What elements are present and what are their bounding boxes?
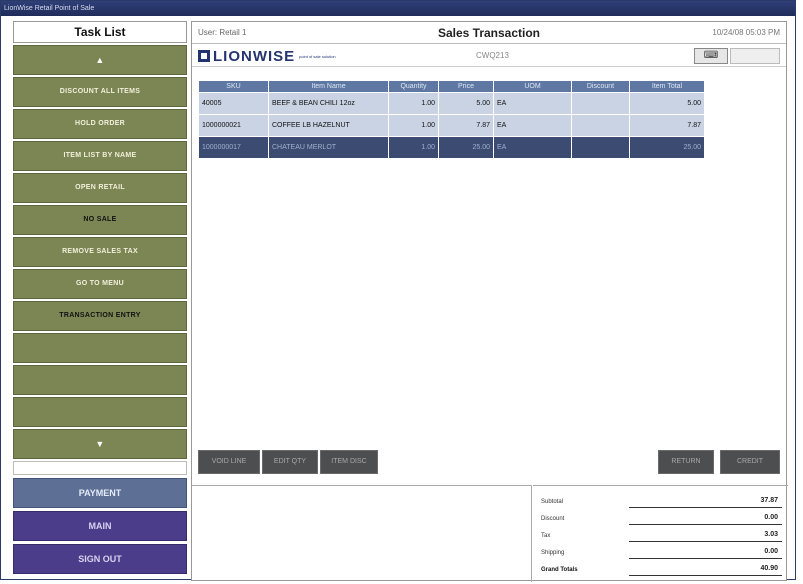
lionwise-logo: LIONWISE point of sale solution (198, 47, 336, 65)
column-header-quantity: Quantity (388, 80, 439, 93)
go-to-menu-button[interactable]: GO TO MENU (13, 269, 187, 299)
total-underline (629, 575, 782, 576)
transaction-header: User: Retail 1 Sales Transaction 10/24/0… (192, 22, 786, 44)
transaction-entry-button[interactable]: TRANSACTION ENTRY (13, 301, 187, 331)
void-line-button[interactable]: VOID LINE (198, 450, 260, 474)
table-row-selected[interactable]: 1000000017 CHATEAU MERLOT 1.00 25.00 EA … (198, 136, 705, 159)
brand-bar: LIONWISE point of sale solution CWQ213 ⌨ (192, 45, 786, 67)
payment-button[interactable]: PAYMENT (13, 478, 187, 508)
window-titlebar: LionWise Retail Point of Sale (1, 1, 795, 16)
discount-all-items-button[interactable]: DISCOUNT ALL ITEMS (13, 77, 187, 107)
app-window: LionWise Retail Point of Sale Task List … (0, 0, 796, 582)
empty-task-slot[interactable] (13, 365, 187, 395)
cell-quantity: 1.00 (388, 136, 439, 159)
discount-label: Discount (541, 516, 565, 522)
grand-total-label: Grand Totals (541, 567, 578, 573)
total-underline (629, 507, 782, 508)
column-header-sku: SKU (198, 80, 269, 93)
column-header-item-total: Item Total (629, 80, 705, 93)
transaction-notes-area (192, 485, 532, 582)
column-header-item-name: Item Name (268, 80, 389, 93)
empty-task-slot[interactable] (13, 397, 187, 427)
cell-item-total: 5.00 (629, 92, 705, 115)
tax-value: 3.03 (764, 531, 778, 538)
tax-label: Tax (541, 533, 551, 539)
cell-price: 25.00 (438, 136, 494, 159)
credit-button[interactable]: CREDIT (720, 450, 780, 474)
logo-mark-icon (198, 50, 210, 62)
empty-task-slot[interactable] (13, 333, 187, 363)
cell-uom: EA (493, 136, 572, 159)
discount-value: 0.00 (764, 514, 778, 521)
subtotal-row: Subtotal 37.87 (539, 494, 782, 511)
cell-quantity: 1.00 (388, 114, 439, 137)
subtotal-label: Subtotal (541, 499, 564, 505)
cell-uom: EA (493, 114, 572, 137)
cell-discount (571, 114, 630, 137)
cell-sku: 1000000021 (198, 114, 269, 137)
column-header-uom: UOM (493, 80, 572, 93)
hold-order-button[interactable]: HOLD ORDER (13, 109, 187, 139)
task-list-header: Task List (13, 21, 187, 43)
table-row[interactable]: 1000000021 COFFEE LB HAZELNUT 1.00 7.87 … (198, 114, 705, 137)
cell-discount (571, 136, 630, 159)
grand-total-value: 40.90 (760, 565, 778, 572)
remove-sales-tax-button[interactable]: REMOVE SALES TAX (13, 237, 187, 267)
shipping-label: Shipping (541, 550, 565, 556)
table-row[interactable]: 40005 BEEF & BEAN CHILI 12oz 1.00 5.00 E… (198, 92, 705, 115)
keyboard-icon: ⌨ (703, 50, 719, 61)
cell-item-total: 7.87 (629, 114, 705, 137)
terminal-code: CWQ213 (476, 51, 509, 60)
scan-input-box[interactable] (730, 48, 780, 64)
return-button[interactable]: RETURN (658, 450, 714, 474)
totals-panel: Subtotal 37.87 Discount 0.00 Tax 3.03 Sh… (533, 485, 788, 582)
column-header-discount: Discount (571, 80, 630, 93)
cell-discount (571, 92, 630, 115)
edit-qty-button[interactable]: EDIT QTY (262, 450, 318, 474)
main-button[interactable]: MAIN (13, 511, 187, 541)
cell-sku: 40005 (198, 92, 269, 115)
task-panel: Task List ▲ DISCOUNT ALL ITEMS HOLD ORDE… (13, 21, 187, 581)
keyboard-button[interactable]: ⌨ (694, 48, 728, 64)
discount-row: Discount 0.00 (539, 511, 782, 528)
cell-price: 7.87 (438, 114, 494, 137)
scroll-up-button[interactable]: ▲ (13, 45, 187, 75)
tax-row: Tax 3.03 (539, 528, 782, 545)
task-panel-spacer (13, 461, 187, 475)
total-underline (629, 558, 782, 559)
shipping-row: Shipping 0.00 (539, 545, 782, 562)
logo-tagline: point of sale solution (299, 53, 336, 59)
cell-item-name: BEEF & BEAN CHILI 12oz (268, 92, 389, 115)
column-header-price: Price (438, 80, 494, 93)
item-disc-button[interactable]: ITEM DISC (320, 450, 378, 474)
table-header-row: SKU Item Name Quantity Price UOM Discoun… (198, 80, 705, 93)
transaction-items-table: SKU Item Name Quantity Price UOM Discoun… (198, 80, 705, 159)
page-title: Sales Transaction (437, 26, 541, 40)
cell-item-name: CHATEAU MERLOT (268, 136, 389, 159)
sign-out-button[interactable]: SIGN OUT (13, 544, 187, 574)
logo-text: LIONWISE (213, 47, 296, 65)
cell-quantity: 1.00 (388, 92, 439, 115)
shipping-value: 0.00 (764, 548, 778, 555)
item-list-by-name-button[interactable]: ITEM LIST BY NAME (13, 141, 187, 171)
datetime-label: 10/24/08 05:03 PM (712, 28, 780, 37)
cell-item-name: COFFEE LB HAZELNUT (268, 114, 389, 137)
open-retail-button[interactable]: OPEN RETAIL (13, 173, 187, 203)
total-underline (629, 541, 782, 542)
cell-price: 5.00 (438, 92, 494, 115)
cell-sku: 1000000017 (198, 136, 269, 159)
no-sale-button[interactable]: NO SALE (13, 205, 187, 235)
subtotal-value: 37.87 (760, 497, 778, 504)
cell-uom: EA (493, 92, 572, 115)
sales-transaction-panel: User: Retail 1 Sales Transaction 10/24/0… (191, 21, 788, 582)
cell-item-total: 25.00 (629, 136, 705, 159)
total-underline (629, 524, 782, 525)
grand-total-row: Grand Totals 40.90 (539, 562, 782, 579)
scroll-down-button[interactable]: ▼ (13, 429, 187, 459)
